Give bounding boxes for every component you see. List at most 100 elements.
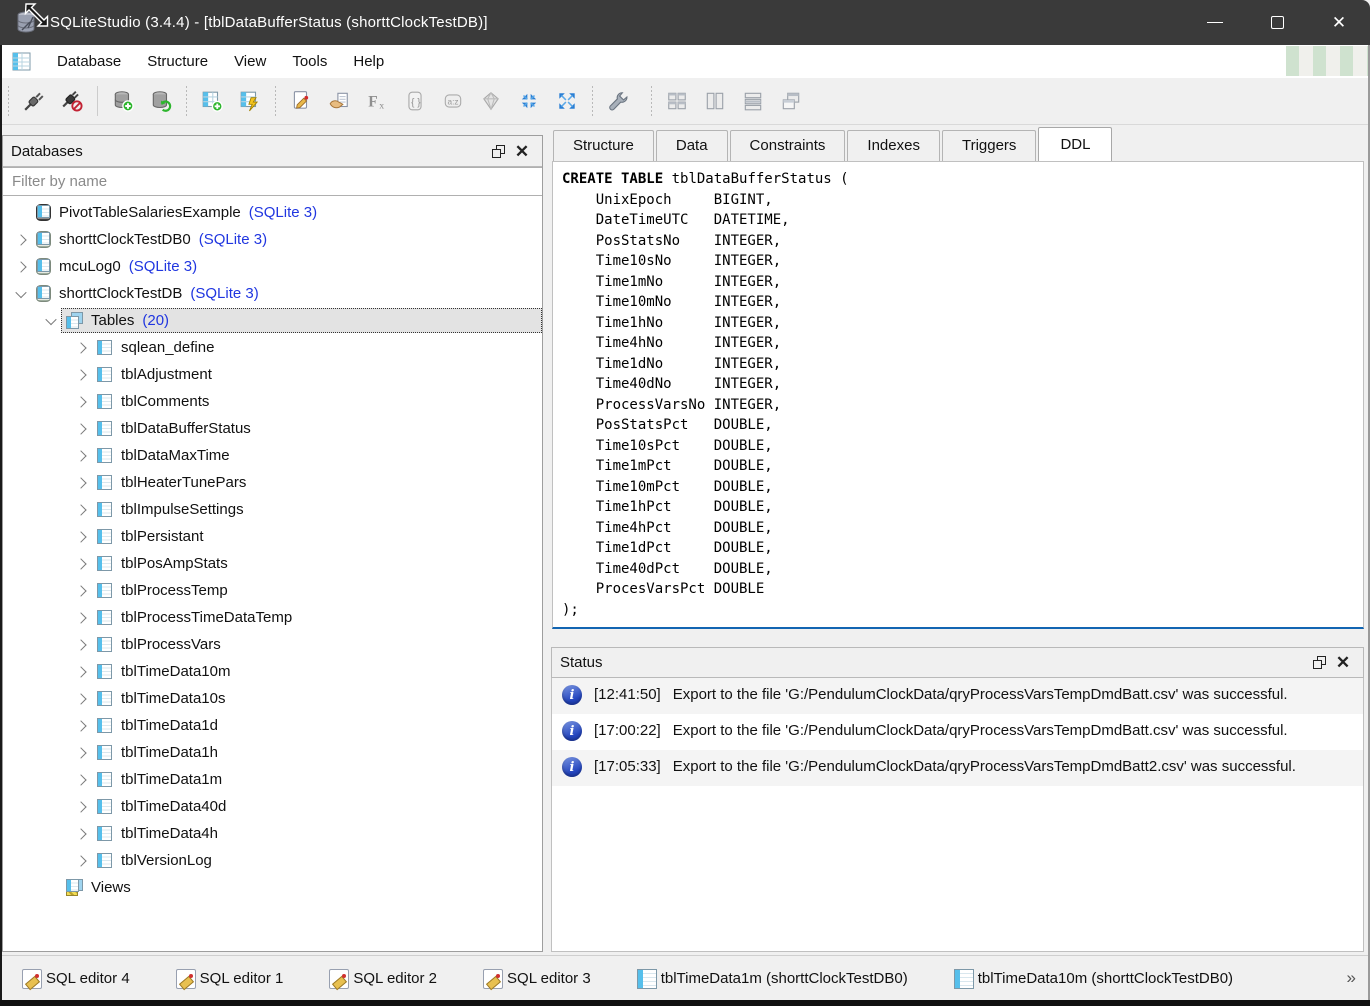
expand-chevron-icon[interactable] (71, 695, 91, 703)
tree-row[interactable]: tblTimeData40d (3, 793, 542, 820)
expand-chevron-icon[interactable] (71, 398, 91, 406)
menu-item[interactable]: View (221, 47, 279, 76)
ddl-editor[interactable]: CREATE TABLE tblDataBufferStatus ( UnixE… (552, 161, 1364, 629)
tree-row[interactable]: tblProcessTemp (3, 577, 542, 604)
tree-row[interactable]: tblPosAmpStats (3, 550, 542, 577)
expand-chevron-icon[interactable] (71, 425, 91, 433)
close-panel-button[interactable]: ✕ (1331, 652, 1355, 674)
tree-row[interactable]: tblTimeData10m (3, 658, 542, 685)
mdi-tile-vertical-icon[interactable] (696, 82, 734, 120)
import-table-icon[interactable] (320, 82, 358, 120)
menu-item[interactable]: Structure (134, 47, 221, 76)
expand-chevron-icon[interactable] (71, 344, 91, 352)
expand-chevron-icon[interactable] (71, 371, 91, 379)
taskbar-item[interactable]: SQL editor 2 (323, 965, 443, 993)
tab[interactable]: Indexes (847, 130, 940, 161)
tree-row[interactable]: Views (3, 874, 542, 901)
expand-chevron-icon[interactable] (11, 263, 31, 271)
tree-row[interactable]: mcuLog0 (SQLite 3) (3, 253, 542, 280)
taskbar-item[interactable]: SQL editor 1 (170, 965, 290, 993)
expand-chevron-icon[interactable] (71, 803, 91, 811)
status-message[interactable]: [12:41:50] Export to the file 'G:/Pendul… (552, 678, 1363, 714)
tree-row[interactable]: tblTimeData4h (3, 820, 542, 847)
tree-row[interactable]: tblDataMaxTime (3, 442, 542, 469)
maximize-button[interactable] (1246, 0, 1308, 45)
expand-chevron-icon[interactable] (41, 317, 61, 325)
status-message[interactable]: [17:00:22] Export to the file 'G:/Pendul… (552, 714, 1363, 750)
undock-panel-button[interactable] (1307, 652, 1331, 674)
status-message[interactable]: [17:05:33] Export to the file 'G:/Pendul… (552, 750, 1363, 786)
tab[interactable]: Constraints (730, 130, 846, 161)
restore-windows-icon[interactable] (548, 82, 586, 120)
tree-row[interactable]: tblTimeData1m (3, 766, 542, 793)
expand-chevron-icon[interactable] (71, 668, 91, 676)
taskbar-item[interactable]: SQL editor 3 (477, 965, 597, 993)
function-editor-icon[interactable]: Fx (358, 82, 396, 120)
expand-chevron-icon[interactable] (11, 209, 31, 217)
tree-row[interactable]: sqlean_define (3, 334, 542, 361)
menu-item[interactable]: Database (44, 47, 134, 76)
expand-chevron-icon[interactable] (11, 290, 31, 298)
tree-row[interactable]: tblPersistant (3, 523, 542, 550)
database-refresh-icon[interactable] (142, 82, 180, 120)
tree-row[interactable]: tblTimeData1d (3, 712, 542, 739)
tree-row[interactable]: Tables (20) (3, 307, 542, 334)
close-panel-button[interactable]: ✕ (510, 140, 534, 162)
collations-icon[interactable]: a:z (434, 82, 472, 120)
taskbar-overflow-button[interactable]: » (1347, 968, 1354, 988)
taskbar-item[interactable]: tblTimeData1m (shorttClockTestDB0) (631, 965, 914, 993)
undock-panel-button[interactable] (486, 140, 510, 162)
tree-row[interactable]: tblDataBufferStatus (3, 415, 542, 442)
taskbar-item[interactable]: tblTimeData10m (shorttClockTestDB0) (948, 965, 1239, 993)
configuration-icon[interactable] (599, 82, 637, 120)
tree-row[interactable]: tblImpulseSettings (3, 496, 542, 523)
taskbar-item[interactable]: SQL editor 4 (16, 965, 136, 993)
tree-row[interactable]: tblProcessVars (3, 631, 542, 658)
mdi-tile-grid-icon[interactable] (658, 82, 696, 120)
expand-chevron-icon[interactable] (71, 857, 91, 865)
tree-row[interactable]: tblHeaterTunePars (3, 469, 542, 496)
expand-chevron-icon[interactable] (71, 830, 91, 838)
filter-input[interactable] (3, 167, 542, 196)
expand-chevron-icon[interactable] (41, 884, 61, 892)
expand-chevron-icon[interactable] (71, 776, 91, 784)
tree-row[interactable]: tblProcessTimeDataTemp (3, 604, 542, 631)
extensions-icon[interactable] (472, 82, 510, 120)
expand-chevron-icon[interactable] (71, 506, 91, 514)
tree-row[interactable]: tblTimeData10s (3, 685, 542, 712)
expand-chevron-icon[interactable] (71, 641, 91, 649)
menu-item[interactable]: Tools (279, 47, 340, 76)
table-add-icon[interactable] (193, 82, 231, 120)
mdi-cascade-icon[interactable] (772, 82, 810, 120)
expand-chevron-icon[interactable] (71, 749, 91, 757)
tree-row[interactable]: tblAdjustment (3, 361, 542, 388)
tab[interactable]: Data (656, 130, 728, 161)
database-add-icon[interactable] (104, 82, 142, 120)
tab[interactable]: DDL (1038, 127, 1112, 161)
expand-chevron-icon[interactable] (71, 452, 91, 460)
tree-row[interactable]: tblTimeData1h (3, 739, 542, 766)
expand-chevron-icon[interactable] (71, 587, 91, 595)
tab[interactable]: Structure (553, 130, 654, 161)
close-button[interactable]: ✕ (1308, 0, 1370, 45)
minimize-button[interactable] (1184, 0, 1246, 45)
disconnect-icon[interactable] (53, 82, 91, 120)
table-add-similar-icon[interactable] (231, 82, 269, 120)
expand-chevron-icon[interactable] (71, 479, 91, 487)
connect-icon[interactable] (15, 82, 53, 120)
tree-row[interactable]: tblComments (3, 388, 542, 415)
tree-row[interactable]: shorttClockTestDB (SQLite 3) (3, 280, 542, 307)
expand-chevron-icon[interactable] (71, 614, 91, 622)
expand-chevron-icon[interactable] (11, 236, 31, 244)
tree-row[interactable]: tblVersionLog (3, 847, 542, 874)
expand-chevron-icon[interactable] (71, 722, 91, 730)
tree-row[interactable]: shorttClockTestDB0 (SQLite 3) (3, 226, 542, 253)
expand-chevron-icon[interactable] (71, 533, 91, 541)
code-snippets-icon[interactable]: { } (396, 82, 434, 120)
tab[interactable]: Triggers (942, 130, 1036, 161)
sql-editor-icon[interactable] (282, 82, 320, 120)
expand-chevron-icon[interactable] (71, 560, 91, 568)
tree-row[interactable]: PivotTableSalariesExample (SQLite 3) (3, 199, 542, 226)
mdi-tile-horizontal-icon[interactable] (734, 82, 772, 120)
menu-item[interactable]: Help (340, 47, 397, 76)
